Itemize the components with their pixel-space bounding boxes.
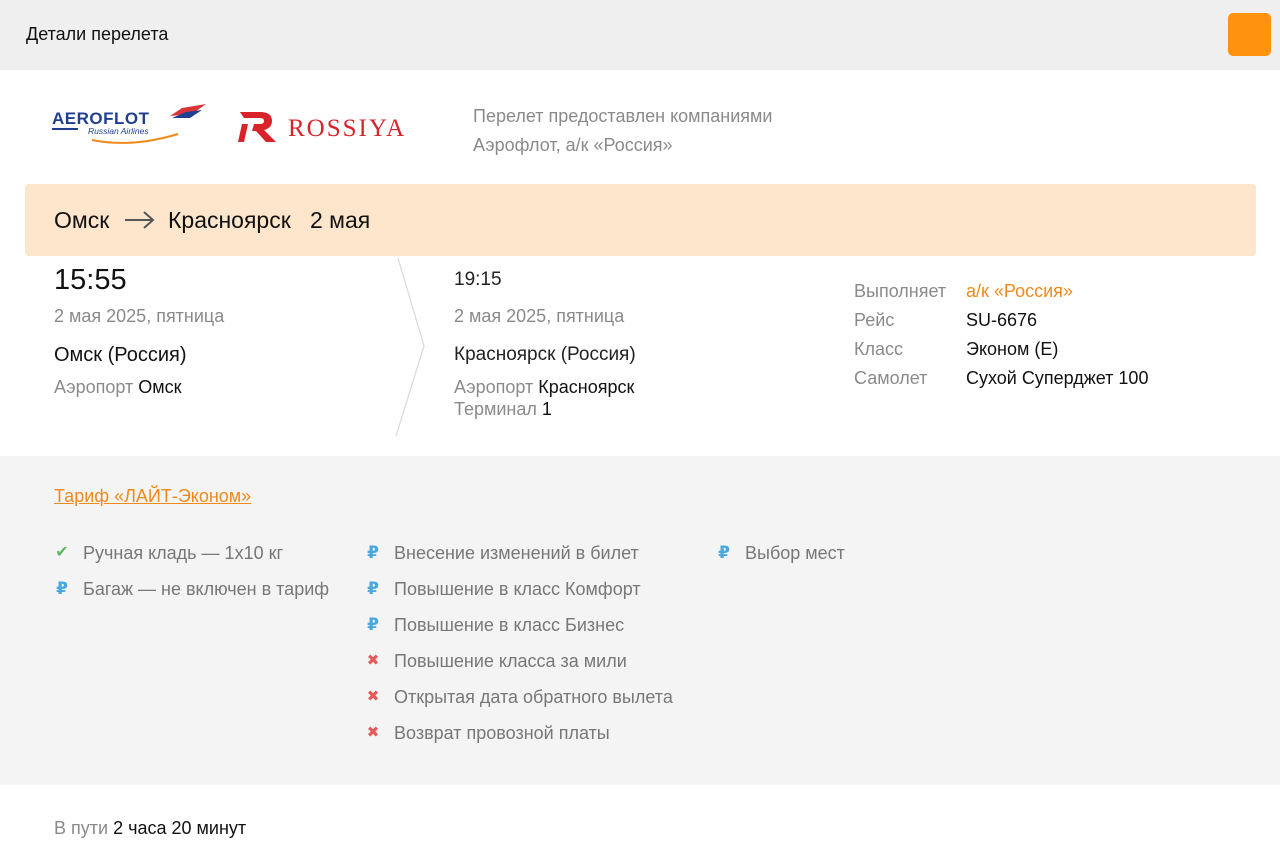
header-bar: Детали перелета	[0, 0, 1280, 70]
info-key: Рейс	[854, 310, 895, 330]
ruble-icon: ₽	[718, 543, 730, 562]
info-key: Самолет	[854, 368, 928, 388]
arrival-airport: Аэропорт Красноярск	[454, 377, 634, 398]
tariff-item: ✔ Ручная кладь — 1x10 кг	[54, 542, 329, 578]
tariff-item: ₽ Внесение изменений в билет	[365, 542, 673, 578]
arrival-block: 19:15 2 мая 2025, пятница Красноярск (Ро…	[454, 262, 636, 419]
flight-number: SU-6676	[966, 310, 1038, 330]
tariff-item: ✖ Открытая дата обратного вылета	[365, 686, 673, 722]
duration-label: В пути	[54, 818, 109, 838]
tariff-section: Тариф «ЛАЙТ-Эконом» ✔ Ручная кладь — 1x1…	[0, 456, 1280, 785]
cross-icon: ✖	[366, 688, 380, 705]
route-date: 2 мая	[310, 207, 371, 233]
travel-duration: В пути 2 часа 20 минут	[54, 818, 246, 839]
departure-block: 15:55 2 мая 2025, пятница Омск (Россия) …	[54, 262, 224, 397]
operator-link[interactable]: а/к «Россия»	[966, 281, 1073, 302]
departure-airport-name: Омск	[138, 377, 182, 397]
arrival-terminal: Терминал 1	[454, 399, 552, 420]
arrival-date: 2 мая 2025, пятница	[454, 306, 625, 326]
close-button[interactable]	[1228, 13, 1271, 56]
cabin-class: Эконом (E)	[966, 339, 1059, 359]
departure-airport: Аэропорт Омск	[54, 377, 182, 398]
tariff-item-label: Повышение в класс Комфорт	[394, 579, 641, 599]
operators-line-1: Перелет предоставлен компаниями	[473, 106, 773, 126]
airlines-section: AEROFLOT Russian Airlines ROSSIYA Переле…	[0, 70, 1280, 184]
operators-note: Перелет предоставлен компаниями Аэрофлот…	[473, 102, 772, 160]
departure-date: 2 мая 2025, пятница	[54, 306, 225, 326]
page-title: Детали перелета	[26, 24, 169, 44]
operators-line-2: Аэрофлот, а/к «Россия»	[473, 135, 673, 155]
route-from: Омск	[54, 207, 110, 233]
arrival-terminal-value: 1	[541, 399, 552, 419]
tariff-column-1: ✔ Ручная кладь — 1x10 кг ₽ Багаж — не вк…	[54, 542, 329, 614]
rossiya-logo-text: ROSSIYA	[288, 115, 406, 142]
departure-city: Омск (Россия)	[54, 344, 187, 366]
departure-airport-label: Аэропорт	[54, 377, 134, 397]
info-key: Класс	[854, 339, 903, 359]
tariff-item: ₽ Повышение в класс Бизнес	[365, 614, 673, 650]
tariff-item-label: Внесение изменений в билет	[394, 543, 639, 563]
arrival-airport-name: Красноярск	[538, 377, 635, 397]
tariff-item-label: Повышение в класс Бизнес	[394, 615, 625, 635]
arrival-city: Красноярск (Россия)	[454, 344, 636, 365]
tariff-column-3: ₽ Выбор мест	[716, 542, 845, 578]
rossiya-logo: ROSSIYA	[238, 112, 406, 142]
chevron-divider-icon	[395, 258, 425, 437]
route-banner: Омск Красноярск 2 мая	[25, 184, 1256, 256]
tariff-column-2: ₽ Внесение изменений в билет ₽ Повышение…	[365, 542, 673, 758]
route-to: Красноярск	[168, 207, 291, 233]
tariff-item: ₽ Багаж — не включен в тариф	[54, 578, 329, 614]
departure-time: 15:55	[54, 264, 127, 296]
tariff-item-label: Повышение класса за мили	[394, 651, 627, 671]
ruble-icon: ₽	[367, 543, 379, 562]
tariff-item-label: Открытая дата обратного вылета	[394, 687, 673, 707]
tariff-item: ✖ Повышение класса за мили	[365, 650, 673, 686]
tariff-item-label: Выбор мест	[745, 543, 845, 563]
arrival-terminal-label: Терминал	[454, 399, 537, 419]
cross-icon: ✖	[366, 724, 380, 741]
arrival-time: 19:15	[454, 269, 502, 290]
aeroflot-logo: AEROFLOT Russian Airlines	[52, 104, 206, 144]
ruble-icon: ₽	[367, 615, 379, 634]
tariff-name-link[interactable]: Тариф «ЛАЙТ-Эконом»	[54, 486, 251, 507]
tariff-item-label: Ручная кладь — 1x10 кг	[83, 543, 284, 563]
duration-value: 2 часа 20 минут	[113, 818, 247, 838]
tariff-item-label: Багаж — не включен в тариф	[83, 579, 330, 599]
tariff-item: ₽ Повышение в класс Комфорт	[365, 578, 673, 614]
arrival-airport-label: Аэропорт	[454, 377, 534, 397]
tariff-item: ✖ Возврат провозной платы	[365, 722, 673, 758]
info-key: Выполняет	[854, 281, 947, 301]
tariff-item-label: Возврат провозной платы	[394, 723, 610, 743]
arrow-right-icon	[125, 211, 155, 229]
cross-icon: ✖	[366, 652, 380, 669]
check-icon: ✔	[55, 544, 69, 561]
aircraft-model: Сухой Суперджет 100	[966, 368, 1149, 388]
ruble-icon: ₽	[367, 579, 379, 598]
tariff-item: ₽ Выбор мест	[716, 542, 845, 578]
ruble-icon: ₽	[56, 579, 68, 598]
aeroflot-logo-subtext: Russian Airlines	[88, 126, 149, 136]
